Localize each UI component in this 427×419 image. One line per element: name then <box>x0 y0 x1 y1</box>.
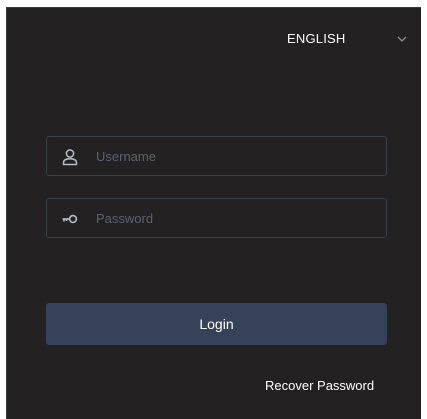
login-panel: ENGLISH Login Recover Password <box>6 7 421 419</box>
language-label: ENGLISH <box>287 31 346 46</box>
username-field[interactable] <box>46 136 387 176</box>
login-button[interactable]: Login <box>46 303 387 345</box>
password-field[interactable] <box>46 198 387 238</box>
language-select[interactable]: ENGLISH <box>277 24 417 54</box>
key-icon <box>62 214 78 224</box>
password-input[interactable] <box>96 199 376 237</box>
user-icon <box>62 149 78 166</box>
username-input[interactable] <box>96 137 376 175</box>
chevron-down-icon <box>397 36 407 42</box>
recover-password-link[interactable]: Recover Password <box>265 378 374 393</box>
